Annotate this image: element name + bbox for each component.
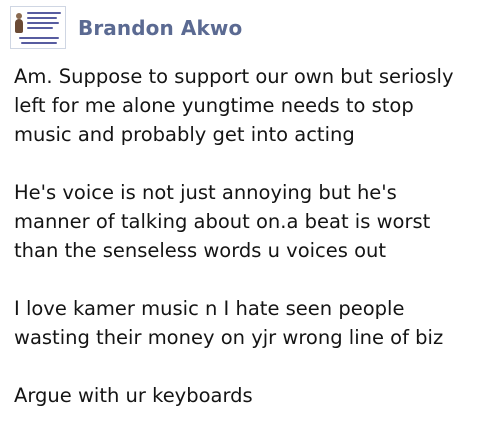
post-header: Brandon Akwo bbox=[10, 6, 242, 49]
avatar[interactable] bbox=[10, 6, 66, 49]
author-name[interactable]: Brandon Akwo bbox=[78, 16, 242, 40]
avatar-scribble-icon bbox=[27, 27, 53, 29]
avatar-scribble-icon bbox=[27, 12, 61, 14]
post-paragraph: I love kamer music n I hate seen people … bbox=[14, 297, 444, 349]
avatar-figure-icon bbox=[15, 13, 23, 33]
avatar-scribble-icon bbox=[21, 42, 57, 44]
avatar-scribble-icon bbox=[27, 17, 57, 19]
post-paragraph: He's voice is not just annoying but he's… bbox=[14, 181, 431, 262]
post-paragraph: Argue with ur keyboards bbox=[14, 384, 253, 407]
avatar-scribble-icon bbox=[19, 37, 59, 39]
post-body: Am. Suppose to support our own but serio… bbox=[14, 62, 480, 439]
avatar-scribble-icon bbox=[27, 22, 59, 24]
post-paragraph: Am. Suppose to support our own but serio… bbox=[14, 65, 454, 146]
